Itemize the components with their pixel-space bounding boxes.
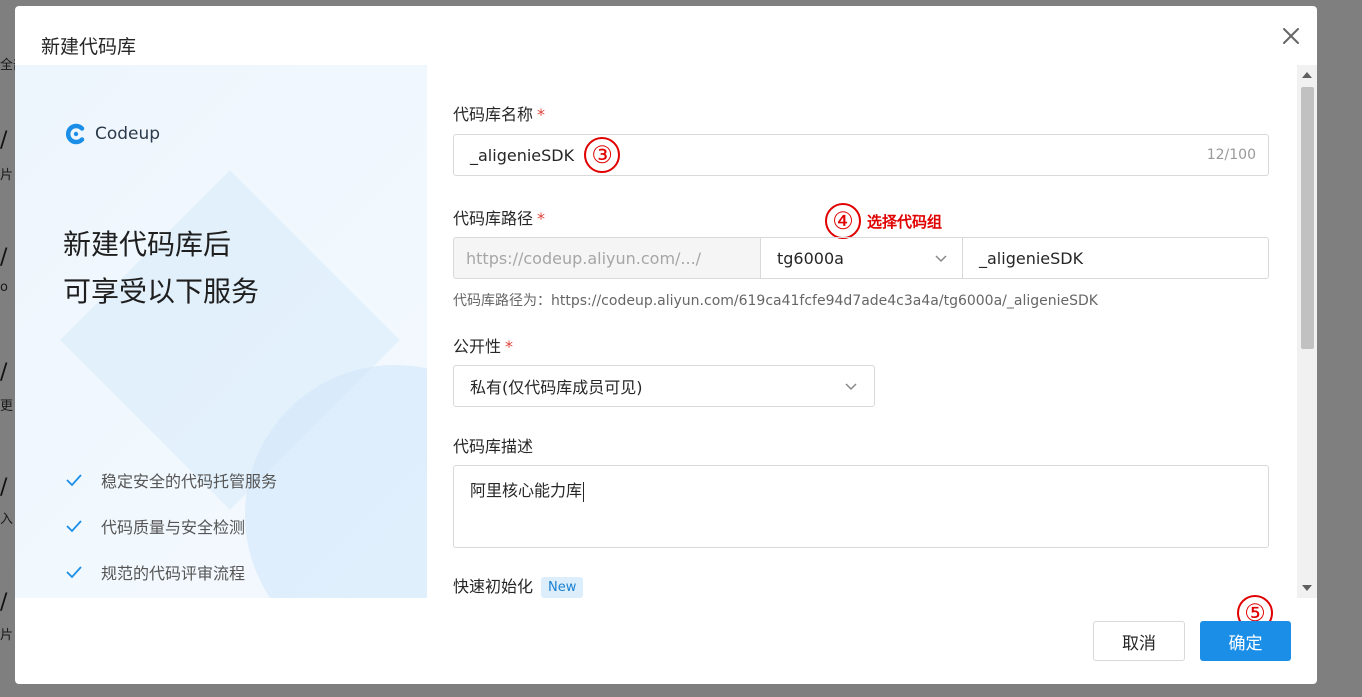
confirm-button[interactable]: 确定: [1200, 621, 1291, 661]
required-mark: *: [537, 105, 546, 124]
required-mark: *: [537, 209, 546, 228]
brand: Codeup: [65, 123, 160, 145]
visibility-select[interactable]: 私有(仅代码库成员可见): [453, 365, 875, 407]
path-hint: 代码库路径为：https://codeup.aliyun.com/619ca41…: [453, 293, 1098, 309]
repo-name-input[interactable]: _aligenieSDK ③ 12/100: [453, 134, 1269, 176]
scroll-down-icon[interactable]: [1302, 585, 1312, 591]
label-text: 快速初始化: [453, 577, 534, 596]
form-scrollbar[interactable]: [1297, 65, 1317, 598]
visibility-label: 公开性 *: [453, 333, 513, 357]
annotation-step4-number: ④: [825, 203, 861, 239]
dialog-title: 新建代码库: [41, 36, 137, 58]
textarea-value: 阿里核心能力库: [470, 481, 583, 500]
close-icon[interactable]: [1279, 24, 1303, 48]
scroll-thumb[interactable]: [1301, 87, 1314, 349]
input-value: _aligenieSDK: [470, 145, 575, 165]
list-item: 代码质量与安全检测: [65, 503, 277, 549]
check-icon: [66, 474, 82, 487]
check-icon: [66, 566, 82, 579]
check-icon: [66, 520, 82, 533]
promo-line: 新建代码库后: [63, 228, 232, 261]
promo-panel: Codeup 新建代码库后 可享受以下服务 稳定安全的代码托管服务 代码质量与安…: [15, 65, 427, 598]
group-select[interactable]: tg6000a: [761, 237, 963, 279]
label-text: 公开性: [453, 337, 502, 356]
chevron-down-icon: [935, 255, 947, 263]
list-item: 稳定安全的代码托管服务: [65, 457, 277, 503]
cancel-button[interactable]: 取消: [1093, 621, 1185, 661]
create-repo-dialog: 新建代码库 Codeup 新建代码库后 可享受以下服务 稳定安全的代码托管服务: [15, 6, 1317, 684]
path-prefix: https://codeup.aliyun.com/.../: [453, 237, 761, 279]
required-mark: *: [505, 337, 514, 356]
repo-form: 代码库名称 * _aligenieSDK ③ 12/100 代码库路径 * ④ 选择…: [453, 65, 1283, 598]
path-name-input[interactable]: _aligenieSDK: [963, 237, 1269, 279]
repo-path-group: https://codeup.aliyun.com/.../ tg6000a _…: [453, 237, 1269, 279]
quick-init-label: 快速初始化 New: [453, 573, 584, 598]
dialog-header: 新建代码库: [15, 6, 1317, 65]
scroll-up-icon[interactable]: [1302, 72, 1312, 78]
repo-path-label: 代码库路径 *: [453, 205, 545, 229]
feature-text: 规范的代码评审流程: [101, 564, 246, 583]
description-textarea[interactable]: 阿里核心能力库: [453, 465, 1269, 548]
annotation-step4-text: 选择代码组: [867, 212, 943, 231]
chevron-down-icon: [845, 383, 857, 391]
repo-name-label: 代码库名称 *: [453, 101, 545, 125]
list-item: 规范的代码评审流程: [65, 549, 277, 595]
text-caret: [583, 481, 585, 502]
brand-name: Codeup: [95, 124, 161, 144]
feature-text: 稳定安全的代码托管服务: [101, 472, 278, 491]
promo-line: 可享受以下服务: [63, 275, 260, 308]
feature-list: 稳定安全的代码托管服务 代码质量与安全检测 规范的代码评审流程: [65, 457, 277, 595]
input-value: _aligenieSDK: [979, 248, 1084, 268]
annotation-step4: ④ 选择代码组: [825, 203, 942, 239]
group-select-value: tg6000a: [777, 248, 844, 268]
char-counter: 12/100: [1206, 147, 1256, 163]
codeup-logo-icon: [66, 123, 85, 145]
annotation-step3: ③: [584, 137, 621, 173]
new-badge: New: [541, 577, 584, 598]
select-value: 私有(仅代码库成员可见): [470, 378, 643, 397]
dialog-footer: ⑤ 取消 确定: [15, 595, 1317, 684]
label-text: 代码库路径: [453, 209, 534, 228]
promo-heading: 新建代码库后 可享受以下服务: [63, 221, 259, 315]
feature-text: 代码质量与安全检测: [101, 518, 246, 537]
description-label: 代码库描述: [453, 437, 534, 456]
label-text: 代码库名称: [453, 105, 534, 124]
